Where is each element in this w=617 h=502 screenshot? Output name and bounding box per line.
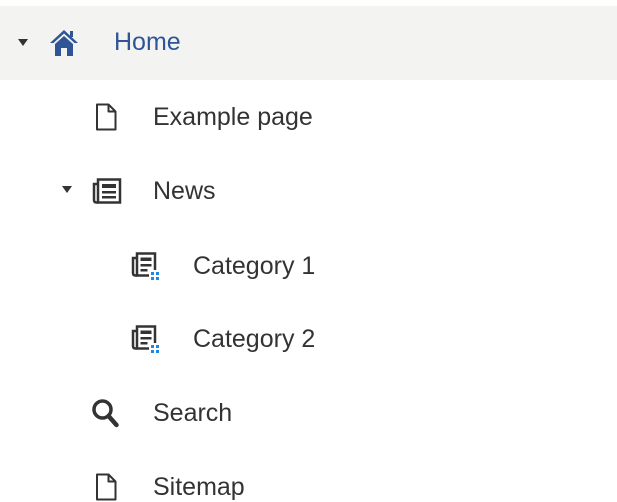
news-category-icon: [131, 325, 161, 355]
tree-item-news[interactable]: News: [0, 154, 617, 228]
tree-item-label: Category 1: [193, 252, 316, 280]
search-icon: [92, 399, 119, 428]
news-category-icon: [131, 252, 161, 282]
tree-item-label: News: [153, 177, 216, 205]
tree-item-sitemap[interactable]: Sitemap: [0, 428, 617, 502]
caret-down-icon[interactable]: [62, 186, 72, 193]
tree-item-label: Home: [114, 28, 181, 56]
tree-item-home[interactable]: Home: [0, 6, 617, 80]
page-icon: [96, 473, 117, 501]
page-icon: [96, 103, 117, 131]
news-icon: [92, 178, 122, 204]
tree-item-category-2[interactable]: Category 2: [0, 302, 617, 376]
tree-item-label: Search: [153, 399, 233, 427]
tree-item-label: Example page: [153, 103, 313, 131]
tree-item-category-1[interactable]: Category 1: [0, 228, 617, 302]
tree-item-label: Category 2: [193, 325, 316, 353]
tree-item-label: Sitemap: [153, 473, 245, 501]
tree-item-example-page[interactable]: Example page: [0, 80, 617, 154]
page-tree: Home Example page News Category 1 Catego…: [0, 0, 617, 502]
home-icon: [50, 30, 78, 56]
caret-down-icon[interactable]: [18, 39, 28, 46]
